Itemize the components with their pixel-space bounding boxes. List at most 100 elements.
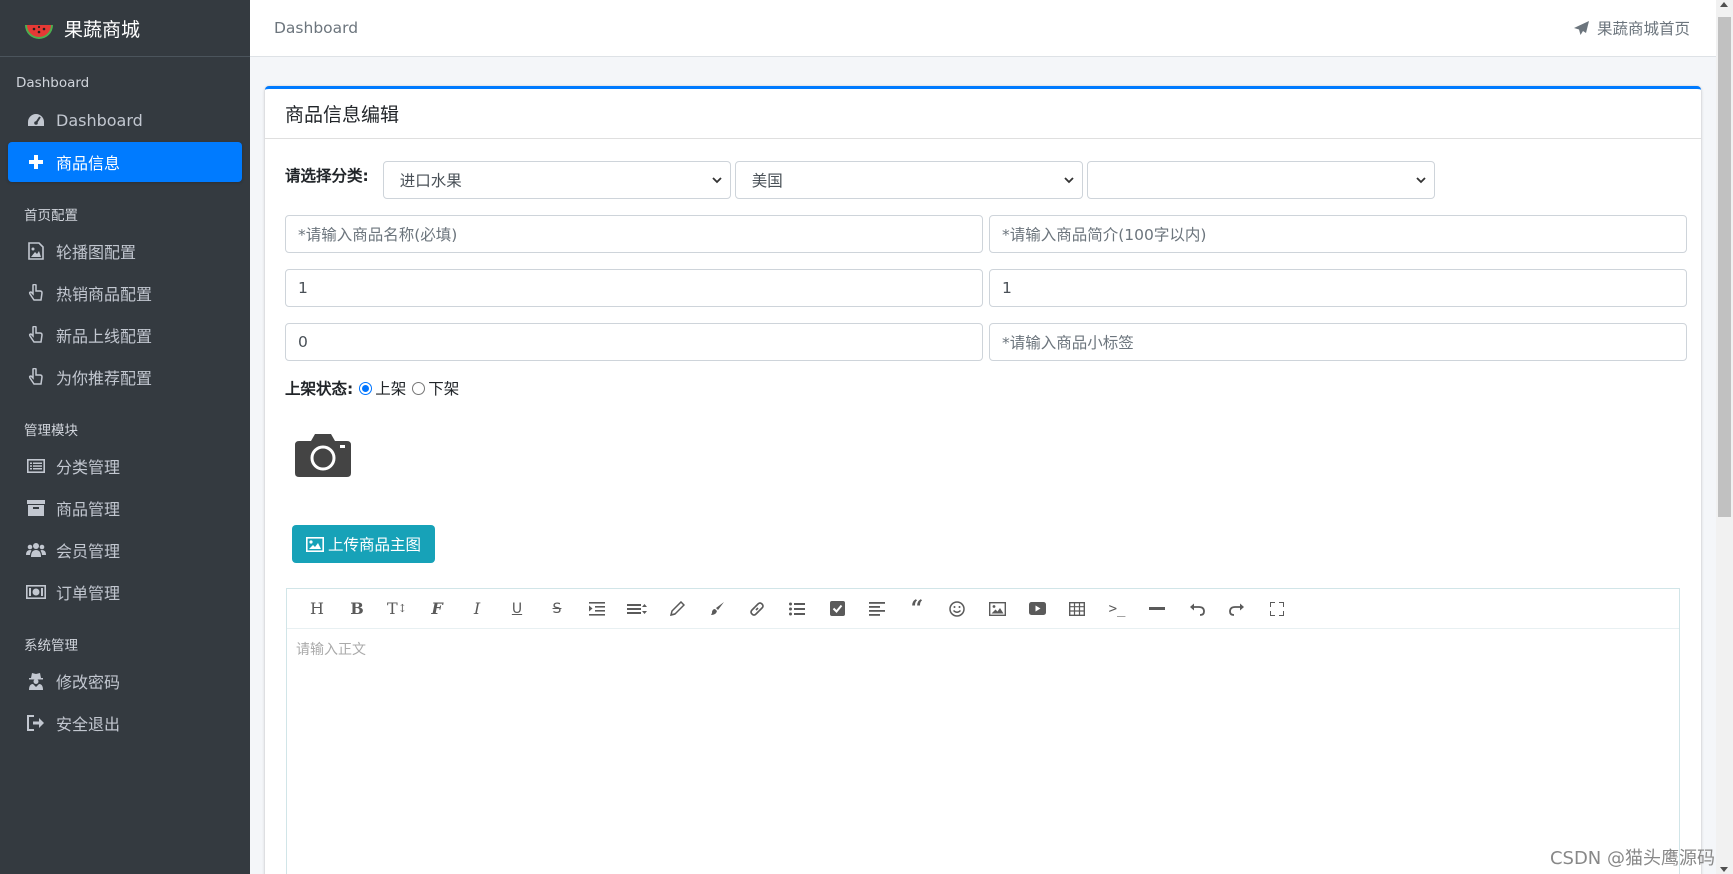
- sidebar-item-product-mgmt[interactable]: 商品管理: [8, 488, 242, 528]
- chevron-down-icon: [1416, 173, 1426, 187]
- product-tag-input[interactable]: *请输入商品小标签: [989, 323, 1687, 361]
- code-icon[interactable]: >_: [1097, 594, 1137, 624]
- editor-toolbar: H B T ↕ F I U S “ >_: [287, 589, 1679, 629]
- breadcrumb[interactable]: Dashboard: [274, 19, 358, 37]
- redo-icon[interactable]: [1217, 594, 1257, 624]
- sidebar-item-hot-config[interactable]: 热销商品配置: [8, 273, 242, 313]
- heading-icon[interactable]: H: [297, 594, 337, 624]
- editor-body[interactable]: 请输入正文: [287, 629, 1679, 669]
- link-icon[interactable]: [737, 594, 777, 624]
- underline-icon[interactable]: U: [497, 594, 537, 624]
- line-height-icon[interactable]: [617, 594, 657, 624]
- pen-icon[interactable]: [657, 594, 697, 624]
- paper-plane-icon: [1573, 20, 1589, 36]
- camera-icon[interactable]: [295, 431, 351, 481]
- upload-button-label: 上传商品主图: [327, 536, 421, 554]
- product-name-input[interactable]: *请输入商品名称(必填): [285, 215, 983, 253]
- off-sale-label[interactable]: 下架: [428, 377, 459, 399]
- selling-price-input[interactable]: 1: [989, 269, 1687, 307]
- italic-icon[interactable]: I: [457, 594, 497, 624]
- align-icon[interactable]: [857, 594, 897, 624]
- sidebar-item-dashboard[interactable]: Dashboard: [8, 100, 242, 140]
- sidebar-item-category-mgmt[interactable]: 分类管理: [8, 446, 242, 486]
- bulleted-list-icon[interactable]: [777, 594, 817, 624]
- sidebar-item-change-password[interactable]: 修改密码: [8, 661, 242, 701]
- category-level3-select[interactable]: [1086, 161, 1435, 199]
- image-icon: [305, 536, 324, 552]
- sidebar-item-logout[interactable]: 安全退出: [8, 703, 242, 743]
- sidebar-item-product-info[interactable]: 商品信息: [8, 142, 242, 182]
- indent-icon[interactable]: [577, 594, 617, 624]
- sign-out-icon: [26, 713, 46, 733]
- store-home-link[interactable]: 果蔬商城首页: [1573, 17, 1690, 39]
- watermelon-icon: [25, 25, 53, 39]
- chevron-down-icon: [712, 173, 722, 187]
- sidebar-item-member-mgmt[interactable]: 会员管理: [8, 530, 242, 570]
- product-edit-card: 商品信息编辑 请选择分类: 进口水果 美国 *请输入商品名称(必填) *请输入商…: [265, 86, 1701, 874]
- off-sale-radio[interactable]: [412, 381, 426, 395]
- category-row: 请选择分类: 进口水果 美国: [285, 161, 1435, 199]
- hand-pointer-icon: [26, 283, 46, 303]
- chevron-down-icon: [1064, 173, 1074, 187]
- on-sale-radio[interactable]: [359, 381, 373, 395]
- divider-icon[interactable]: [1137, 594, 1177, 624]
- upload-main-image-button[interactable]: 上传商品主图: [292, 525, 435, 563]
- sidebar-item-label: 热销商品配置: [56, 285, 153, 304]
- topbar: Dashboard 果蔬商城首页: [250, 0, 1716, 57]
- checkbox-icon[interactable]: [817, 594, 857, 624]
- quote-icon[interactable]: “: [897, 594, 937, 624]
- sidebar-item-carousel-config[interactable]: 轮播图配置: [8, 231, 242, 271]
- sidebar-item-new-config[interactable]: 新品上线配置: [8, 315, 242, 355]
- scrollbar-thumb[interactable]: [1718, 17, 1731, 517]
- scroll-down-icon[interactable]: [1720, 867, 1728, 872]
- product-intro-input[interactable]: *请输入商品简介(100字以内): [989, 215, 1687, 253]
- rich-text-editor[interactable]: H B T ↕ F I U S “ >_ 请输入正文: [286, 588, 1680, 874]
- category-level2-value: 美国: [751, 172, 783, 190]
- hand-pointer-icon: [26, 325, 46, 345]
- sale-status-row: 上架状态: 上架 下架: [285, 377, 459, 399]
- on-sale-label[interactable]: 上架: [375, 377, 406, 399]
- font-size-icon[interactable]: T ↕: [377, 594, 417, 624]
- sidebar-item-label: 会员管理: [56, 542, 121, 561]
- archive-icon: [26, 498, 46, 518]
- bold-icon[interactable]: B: [337, 594, 377, 624]
- user-secret-icon: [26, 671, 46, 691]
- sidebar-item-order-mgmt[interactable]: 订单管理: [8, 572, 242, 612]
- page-scrollbar[interactable]: [1716, 0, 1733, 874]
- sidebar-item-recommend-config[interactable]: 为你推荐配置: [8, 357, 242, 397]
- fullscreen-icon[interactable]: [1257, 594, 1297, 624]
- sidebar-item-label: 轮播图配置: [56, 243, 137, 262]
- sidebar-item-label: Dashboard: [56, 110, 143, 130]
- category-level1-select[interactable]: 进口水果: [382, 161, 731, 199]
- category-label: 请选择分类:: [285, 167, 369, 185]
- sidebar-item-label: 修改密码: [56, 673, 121, 692]
- sale-status-label: 上架状态:: [285, 380, 354, 398]
- sidebar: 果蔬商城 Dashboard Dashboard 商品信息 首页配置 轮播图配置…: [0, 0, 250, 874]
- sidebar-item-label: 分类管理: [56, 458, 121, 477]
- stock-input[interactable]: 0: [285, 323, 983, 361]
- scroll-up-icon[interactable]: [1720, 2, 1728, 7]
- nav-header-dashboard: Dashboard: [16, 75, 90, 91]
- image-file-icon: [26, 241, 46, 261]
- brand[interactable]: 果蔬商城: [0, 0, 250, 57]
- sidebar-item-label: 商品管理: [56, 500, 121, 519]
- brush-icon[interactable]: [697, 594, 737, 624]
- sidebar-item-label: 新品上线配置: [56, 327, 153, 346]
- nav-header-system: 系统管理: [24, 638, 78, 654]
- emoji-icon[interactable]: [937, 594, 977, 624]
- nav-header-management: 管理模块: [24, 423, 78, 439]
- strikethrough-icon[interactable]: S: [537, 594, 577, 624]
- brand-title: 果蔬商城: [64, 18, 141, 41]
- users-icon: [26, 540, 46, 560]
- video-icon[interactable]: [1017, 594, 1057, 624]
- money-icon: [26, 582, 46, 602]
- hand-pointer-icon: [26, 367, 46, 387]
- original-price-input[interactable]: 1: [285, 269, 983, 307]
- image-icon[interactable]: [977, 594, 1017, 624]
- font-family-icon[interactable]: F: [417, 594, 457, 624]
- table-icon[interactable]: [1057, 594, 1097, 624]
- undo-icon[interactable]: [1177, 594, 1217, 624]
- tachometer-icon: [26, 110, 46, 130]
- category-level2-select[interactable]: 美国: [734, 161, 1083, 199]
- list-icon: [26, 456, 46, 476]
